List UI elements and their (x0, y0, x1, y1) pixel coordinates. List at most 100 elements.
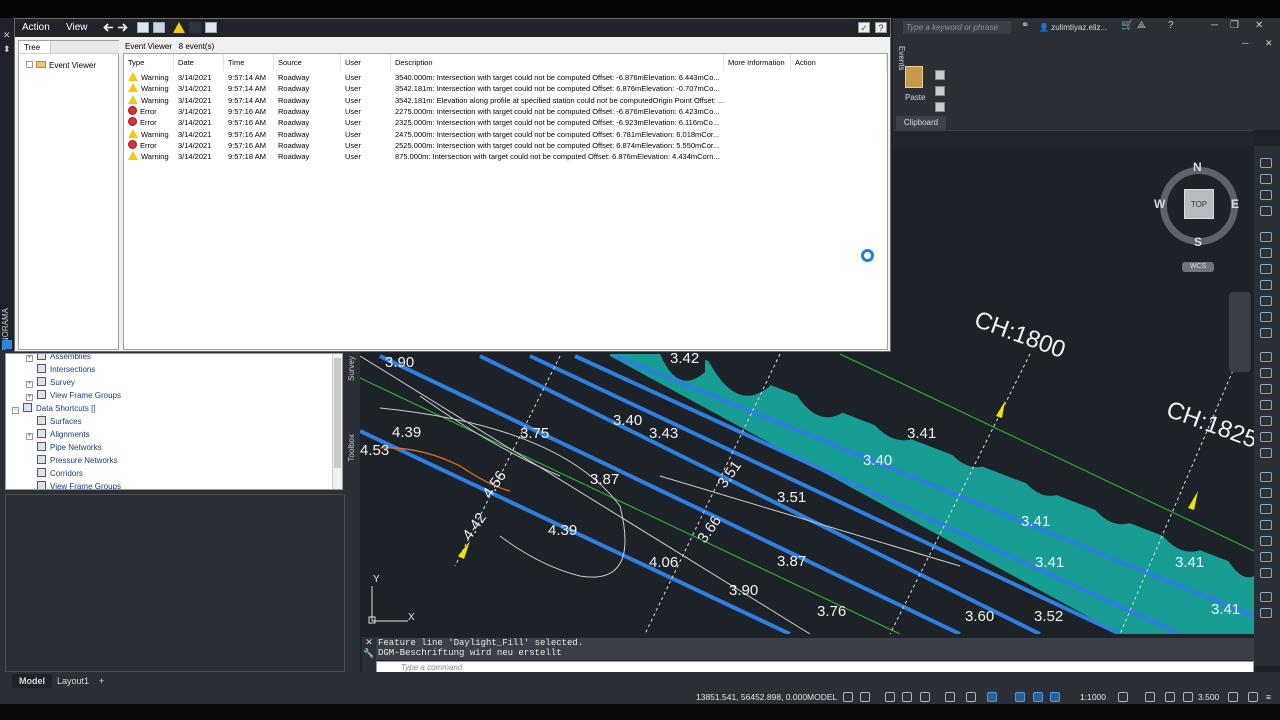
civil3d-icon[interactable] (2, 340, 12, 349)
expand-icon[interactable]: + (26, 355, 33, 362)
event-row[interactable]: Warning 3/14/2021 9:57:14 AM Roadway User 354… (124, 94, 887, 106)
tool-icon[interactable] (1260, 536, 1272, 546)
lineweight-icon[interactable] (987, 692, 997, 702)
close-icon[interactable]: ✕ (362, 637, 376, 648)
settings-icon[interactable]: 🔧 (362, 648, 376, 659)
tool-icon[interactable] (1260, 552, 1272, 562)
transparency-icon[interactable] (1015, 692, 1025, 702)
tool-icon[interactable] (1260, 472, 1272, 482)
column-header-more-information[interactable]: More Information (724, 54, 791, 71)
tool-icon[interactable] (1260, 248, 1272, 258)
options-icon[interactable]: ⬍ (3, 44, 11, 55)
isodraft-icon[interactable] (920, 692, 930, 702)
forward-arrow-icon[interactable] (117, 22, 129, 33)
tree-item-alignments[interactable]: + Alignments (26, 428, 90, 441)
tool-icon[interactable] (1260, 312, 1272, 322)
tool-icon[interactable] (1260, 592, 1272, 602)
expand-icon[interactable]: + (26, 394, 33, 401)
copy-with-basepoint-icon[interactable] (935, 102, 945, 112)
scrollbar-thumb[interactable] (334, 358, 341, 468)
exchange-icon[interactable]: ⟁ (1137, 20, 1146, 31)
tree-item-view-frame-groups[interactable]: + View Frame Groups (26, 389, 121, 402)
tool-icon[interactable] (1260, 232, 1272, 242)
ribbon-minimize-icon[interactable]: ─ (1242, 38, 1248, 48)
tree-item-corridors[interactable]: Corridors (26, 467, 83, 480)
tool-icon[interactable] (1260, 158, 1272, 168)
tab-layout1[interactable]: Layout1 (50, 674, 96, 688)
event-row[interactable]: Warning 3/14/2021 9:57:14 AM Roadway User 354… (124, 72, 887, 83)
snap-icon[interactable] (860, 692, 870, 702)
paste-button-label[interactable]: Paste (905, 93, 925, 102)
column-header-description[interactable]: Description (391, 54, 724, 71)
tool-icon[interactable] (1260, 384, 1272, 394)
collapse-icon[interactable]: − (12, 407, 19, 414)
compass-west[interactable]: W (1154, 197, 1165, 211)
customization-icon[interactable] (1248, 692, 1258, 702)
tree-item-pressure-networks[interactable]: Pressure Networks (26, 454, 118, 467)
tree-item-surfaces[interactable]: Surfaces (26, 415, 82, 428)
tree-item-pipe-networks[interactable]: Pipe Networks (26, 441, 102, 454)
tree-item-view-frame-groups-2[interactable]: View Frame Groups (26, 480, 121, 489)
tool-icon[interactable] (1260, 174, 1272, 184)
paste-icon[interactable] (905, 66, 923, 88)
workspace-gear-icon[interactable] (1118, 692, 1128, 702)
expand-icon[interactable] (26, 61, 33, 68)
help-icon[interactable]: ? (1168, 20, 1174, 31)
warning-filter-icon[interactable] (173, 22, 185, 33)
tool-icon[interactable] (1260, 488, 1272, 498)
column-header-action[interactable]: Action (791, 54, 887, 71)
close-icon[interactable]: ✕ (3, 30, 11, 41)
ribbon-close-icon[interactable]: ✕ (1265, 38, 1273, 49)
tool-icon[interactable] (1260, 190, 1272, 200)
cut-icon[interactable] (935, 70, 945, 80)
expand-icon[interactable]: + (26, 381, 33, 388)
autoscale-icon[interactable] (1050, 692, 1060, 702)
restore-icon[interactable]: ❐ (1230, 20, 1239, 31)
show-hide-tree-icon[interactable] (137, 22, 149, 33)
tool-icon[interactable] (1260, 206, 1272, 216)
expand-icon[interactable]: + (26, 433, 33, 440)
ortho-icon[interactable] (885, 692, 895, 702)
checkmark-icon[interactable]: ✓ (858, 22, 870, 33)
navigation-bar[interactable] (1229, 292, 1251, 372)
tool-icon[interactable] (1260, 296, 1272, 306)
tree-item-survey[interactable]: + Survey (26, 376, 75, 389)
tool-icon[interactable] (1260, 448, 1272, 458)
copy-icon[interactable] (935, 86, 945, 96)
minimize-icon[interactable]: ─ (1211, 20, 1218, 31)
tab-toolbox[interactable]: Toolbox (347, 434, 356, 462)
back-arrow-icon[interactable] (102, 22, 114, 33)
add-layout-button[interactable]: + (92, 674, 111, 688)
object-snap-icon[interactable] (966, 692, 976, 702)
column-header-time[interactable]: Time (224, 54, 274, 71)
event-row[interactable]: Warning 3/14/2021 9:57:14 AM Roadway User 354… (124, 83, 887, 94)
event-row[interactable]: Error 3/14/2021 9:57:16 AM Roadway User 2525.… (124, 139, 887, 151)
clean-screen-icon[interactable] (1228, 692, 1238, 702)
tool-icon[interactable] (1260, 264, 1272, 274)
help-icon[interactable]: ? (875, 22, 887, 33)
event-row[interactable]: Warning 3/14/2021 9:57:16 AM Roadway User 247… (124, 128, 887, 140)
annotation-visibility-icon[interactable] (1033, 692, 1043, 702)
compass-east[interactable]: E (1231, 197, 1239, 211)
annotation-scale[interactable]: 1:1000 (1080, 690, 1106, 704)
tool-icon[interactable] (1260, 416, 1272, 426)
tool-icon[interactable] (1260, 432, 1272, 442)
tool-icon[interactable] (1260, 400, 1272, 410)
tree-node-event-viewer[interactable]: Event Viewer (26, 61, 96, 71)
tab-tree[interactable]: Tree (19, 41, 51, 54)
tab-survey[interactable]: Survey (347, 356, 356, 381)
tool-icon[interactable] (1260, 608, 1272, 618)
tree-scrollbar[interactable] (332, 354, 342, 489)
menu-view[interactable]: View (66, 21, 88, 35)
elevation-value[interactable]: 3.500 (1198, 690, 1219, 704)
annotation-monitor-icon[interactable] (1145, 692, 1155, 702)
command-line-handle[interactable]: ✕ 🔧 (362, 637, 376, 675)
tree-item-assemblies[interactable]: + Assemblies (26, 354, 91, 363)
polar-icon[interactable] (902, 692, 912, 702)
close-icon[interactable]: ✕ (1255, 20, 1263, 31)
grid-icon[interactable] (843, 692, 853, 702)
column-header-source[interactable]: Source (274, 54, 341, 71)
compass-south[interactable]: S (1194, 235, 1202, 249)
tool-icon[interactable] (1260, 280, 1272, 290)
tool-icon[interactable] (1260, 352, 1272, 362)
